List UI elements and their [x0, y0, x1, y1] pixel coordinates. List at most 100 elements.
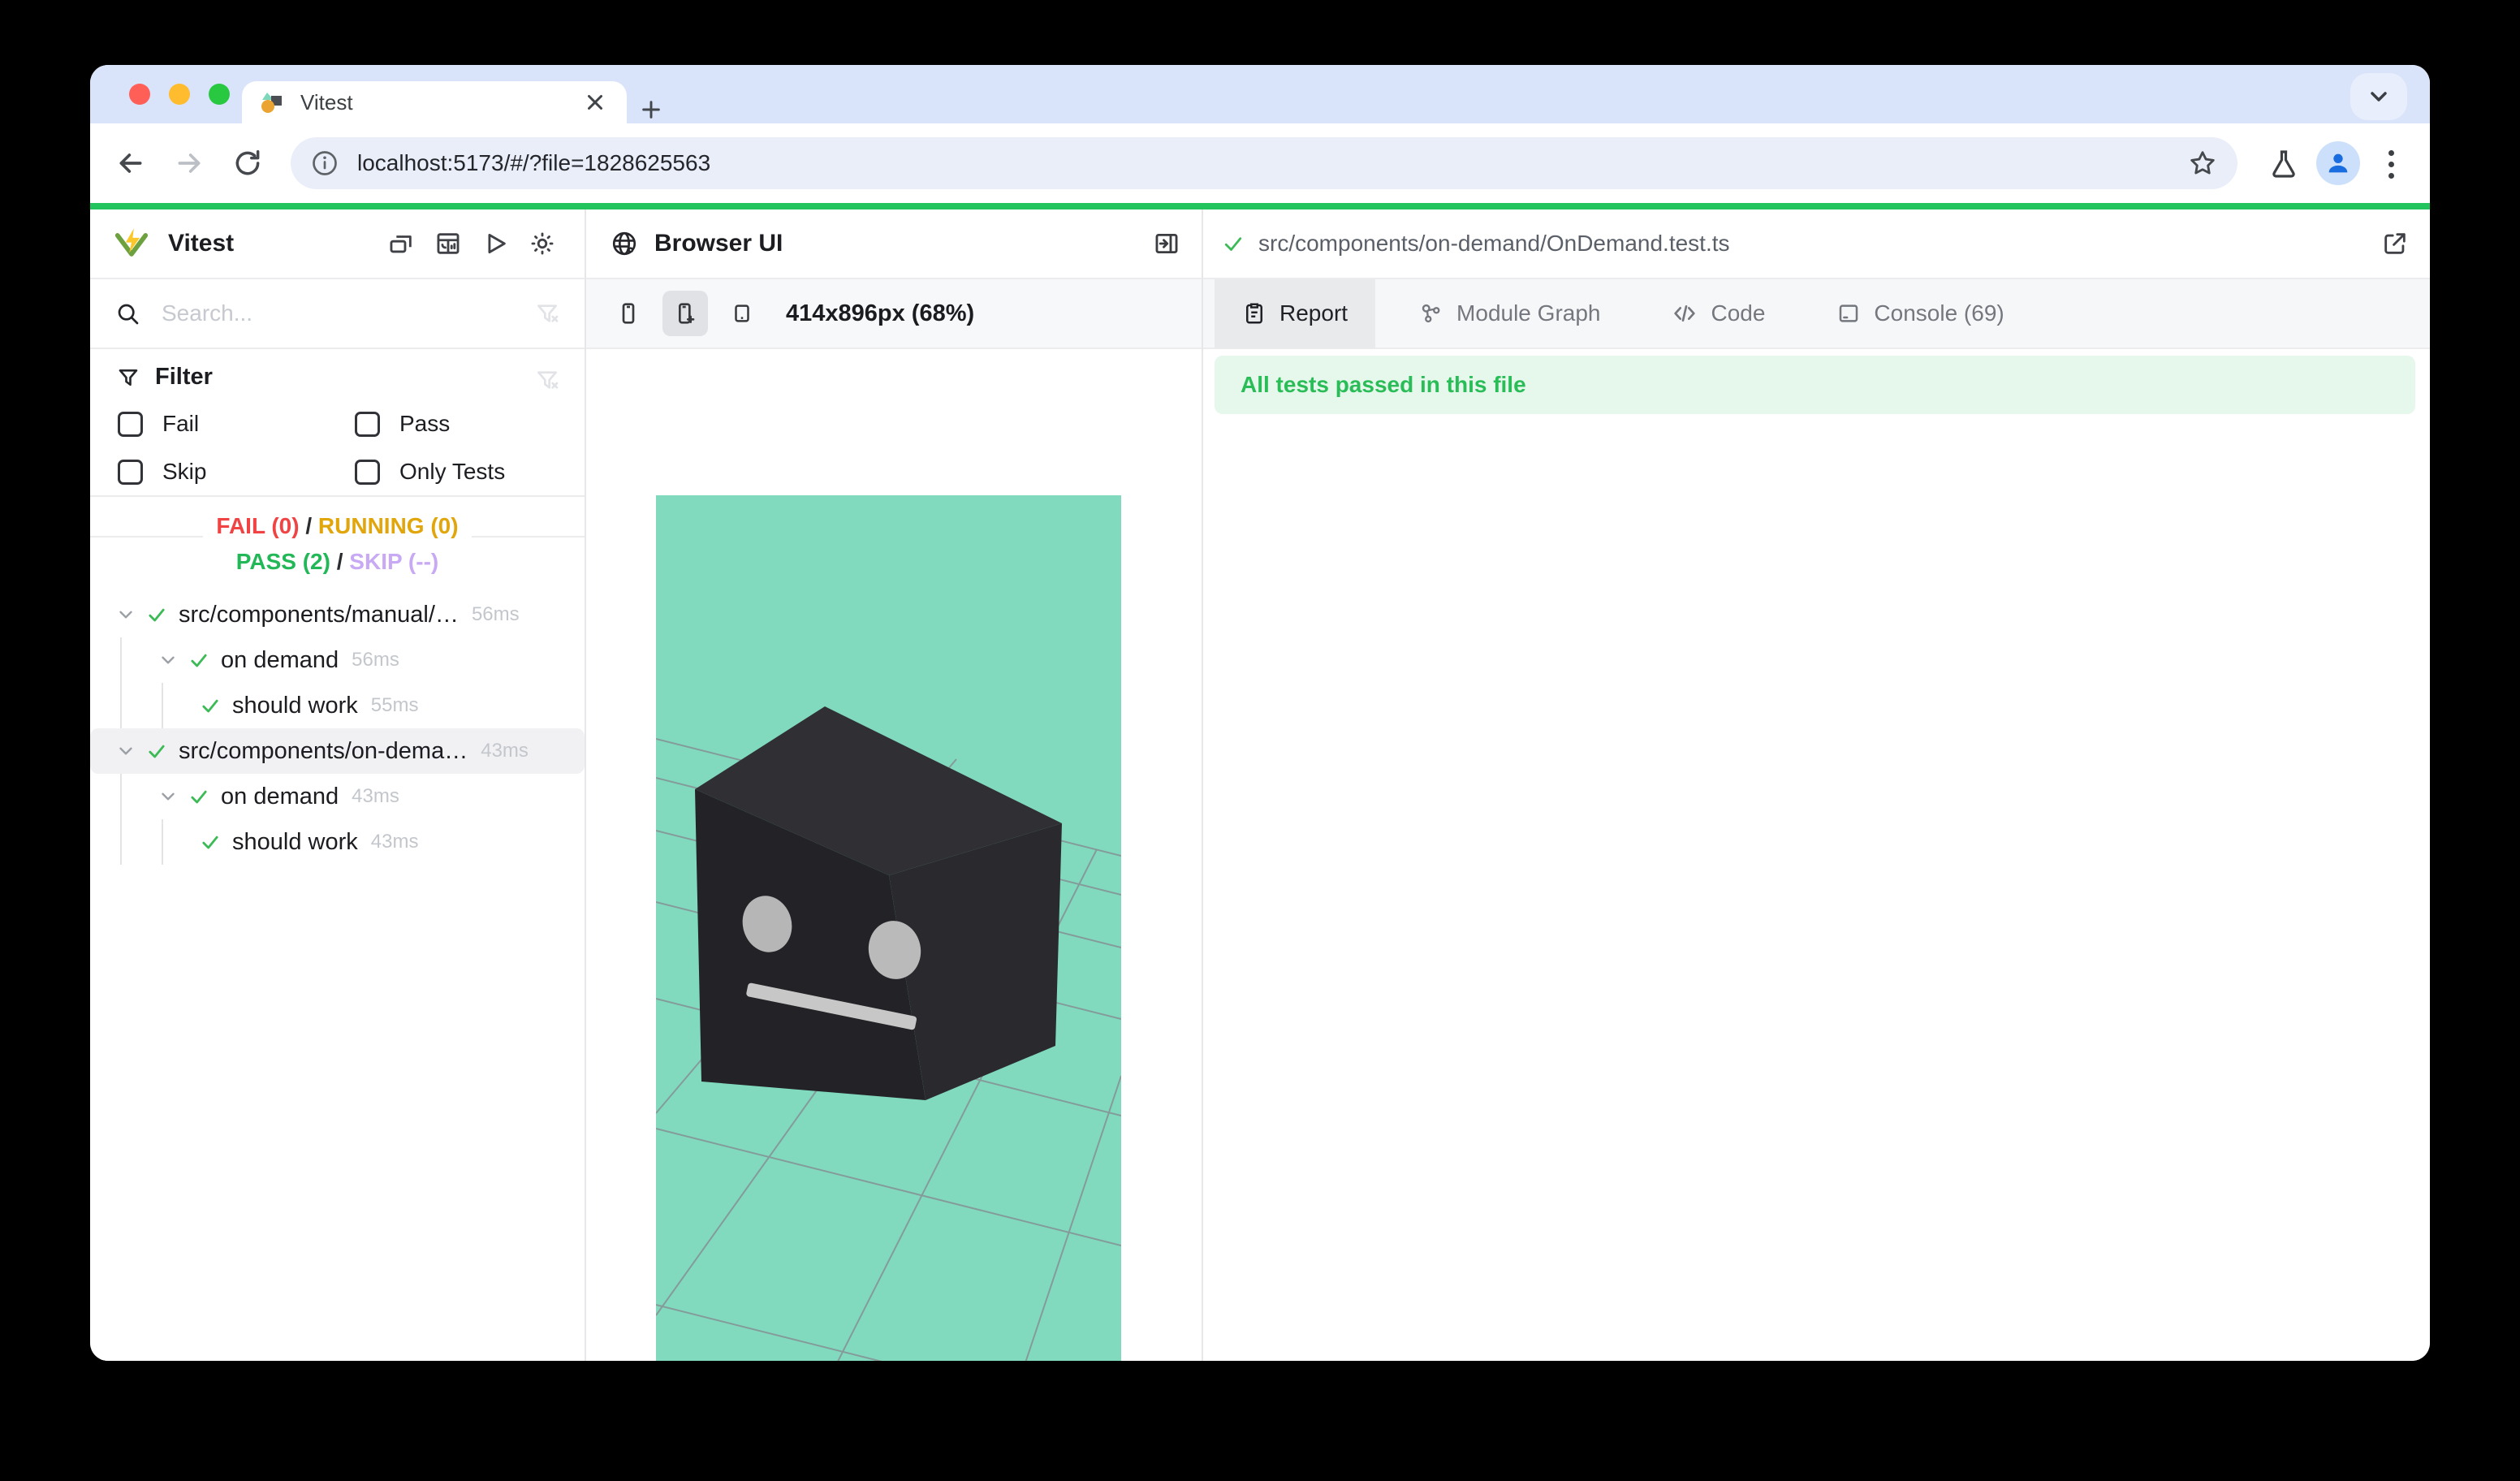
test-stats: FAIL (0) / RUNNING (0) PASS (2) / SKIP (… [90, 497, 585, 592]
tree-row-test[interactable]: should work 55ms [90, 683, 585, 728]
skip-count: SKIP (--) [349, 549, 438, 574]
dock-panel-right-icon[interactable] [1153, 230, 1180, 257]
bookmark-star-icon[interactable] [2187, 148, 2218, 179]
dashboard-icon[interactable] [434, 229, 463, 258]
pass-check-icon [198, 694, 222, 717]
back-button[interactable] [108, 140, 153, 186]
browser-preview-iframe[interactable] [656, 495, 1121, 1361]
tree-row-suite[interactable]: on demand 56ms [90, 637, 585, 683]
browser-menu-icon[interactable] [2375, 148, 2407, 180]
filter-checkbox-fail[interactable]: Fail [118, 411, 199, 437]
test-duration: 43ms [352, 785, 399, 808]
threejs-scene [656, 495, 1121, 1361]
search-row [90, 279, 585, 349]
browser-ui-title: Browser UI [654, 230, 783, 257]
vitest-ui: Vitest [90, 209, 2430, 1361]
viewport-size-label: 414x896px (68%) [786, 300, 974, 327]
stats-line-1: FAIL (0) / RUNNING (0) [90, 508, 585, 544]
filter-funnel-icon [116, 365, 140, 390]
tab-report[interactable]: Report [1215, 278, 1375, 348]
site-info-icon[interactable] [310, 149, 339, 178]
forward-button[interactable] [166, 140, 212, 186]
experiments-flask-icon[interactable] [2268, 148, 2300, 180]
url-text[interactable]: localhost:5173/#/?file=1828625563 [357, 150, 2187, 176]
report-header: src/components/on-demand/OnDemand.test.t… [1203, 209, 2430, 279]
browser-window: Vitest [90, 65, 2430, 1361]
fail-count: FAIL (0) [216, 513, 299, 538]
close-window-button[interactable] [129, 84, 150, 105]
vitest-favicon-icon [260, 89, 286, 115]
collapse-panels-icon[interactable] [386, 229, 416, 258]
all-tests-passed-banner: All tests passed in this file [1215, 356, 2415, 414]
pass-check-icon [187, 785, 211, 808]
chevron-down-icon[interactable] [114, 740, 138, 762]
screen-background: Vitest [0, 0, 2520, 1481]
pass-check-icon [198, 831, 222, 853]
tree-row-file-on-demand-selected[interactable]: src/components/on-dema… 43ms [90, 728, 585, 774]
test-duration: 43ms [371, 831, 419, 853]
device-toolbar: 414x896px (68%) [586, 279, 1202, 349]
filter-checkbox-pass[interactable]: Pass [355, 411, 450, 437]
pass-check-icon [145, 740, 169, 762]
test-duration: 43ms [481, 740, 529, 762]
clear-search-filter-icon[interactable] [534, 300, 560, 326]
filter-checkbox-skip[interactable]: Skip [118, 459, 206, 485]
browser-ui-panel: Browser UI 414x896px (68%) [586, 209, 1203, 1361]
vitest-logo-icon [113, 225, 150, 262]
browser-ui-header: Browser UI [586, 209, 1202, 279]
profile-avatar[interactable] [2316, 141, 2360, 185]
minimize-window-button[interactable] [169, 84, 190, 105]
reload-button[interactable] [225, 140, 270, 186]
filter-title: Filter [155, 364, 213, 391]
tree-row-file-manual[interactable]: src/components/manual/… 56ms [90, 592, 585, 637]
pass-check-icon [187, 649, 211, 671]
tab-strip: Vitest [90, 65, 2430, 123]
device-tablet-icon[interactable] [719, 291, 765, 336]
sidebar: Vitest [90, 209, 586, 1361]
run-all-icon[interactable] [481, 229, 510, 258]
new-tab-button[interactable] [636, 94, 667, 125]
tab-module-graph[interactable]: Module Graph [1392, 278, 1628, 348]
tab-close-icon[interactable] [581, 89, 609, 116]
file-pass-check-icon [1221, 231, 1245, 256]
vitest-progress-bar [90, 203, 2430, 209]
theme-toggle-icon[interactable] [528, 229, 557, 258]
sidebar-header: Vitest [90, 209, 585, 279]
globe-icon [611, 230, 638, 257]
clear-filters-icon[interactable] [534, 367, 560, 393]
checkbox[interactable] [355, 412, 380, 437]
tab-console[interactable]: Console (69) [1809, 278, 2031, 348]
zoom-window-button[interactable] [209, 84, 230, 105]
filter-checkbox-only-tests[interactable]: Only Tests [355, 459, 505, 485]
checkbox[interactable] [118, 460, 143, 485]
test-tree: src/components/manual/… 56ms on demand 5… [90, 592, 585, 865]
device-phone-icon[interactable] [606, 291, 651, 336]
pass-check-icon [145, 603, 169, 626]
tab-code[interactable]: Code [1644, 278, 1793, 348]
checkbox[interactable] [118, 412, 143, 437]
search-input[interactable] [162, 300, 534, 326]
pass-count: PASS (2) [236, 549, 330, 574]
chevron-down-icon[interactable] [156, 786, 180, 807]
filter-panel: Filter Fail Pass Skip [90, 349, 585, 497]
browser-tab[interactable]: Vitest [242, 81, 627, 123]
tab-search-button[interactable] [2350, 73, 2407, 120]
tab-title: Vitest [300, 90, 581, 115]
tree-row-test[interactable]: should work 43ms [90, 819, 585, 865]
running-count: RUNNING (0) [318, 513, 459, 538]
browser-toolbar: localhost:5173/#/?file=1828625563 [90, 123, 2430, 203]
checkbox[interactable] [355, 460, 380, 485]
chevron-down-icon[interactable] [114, 604, 138, 625]
report-panel: src/components/on-demand/OnDemand.test.t… [1203, 209, 2430, 1361]
open-external-icon[interactable] [2381, 230, 2409, 257]
search-icon [114, 300, 140, 326]
test-duration: 56ms [472, 603, 520, 626]
window-controls [129, 84, 230, 105]
address-bar[interactable]: localhost:5173/#/?file=1828625563 [291, 137, 2237, 189]
tree-row-suite[interactable]: on demand 43ms [90, 774, 585, 819]
chevron-down-icon[interactable] [156, 650, 180, 671]
test-duration: 56ms [352, 649, 399, 671]
stats-line-2: PASS (2) / SKIP (--) [90, 544, 585, 580]
report-tabs: Report Module Graph Code Console (69) [1203, 279, 2430, 349]
device-phone-add-icon[interactable] [662, 291, 708, 336]
